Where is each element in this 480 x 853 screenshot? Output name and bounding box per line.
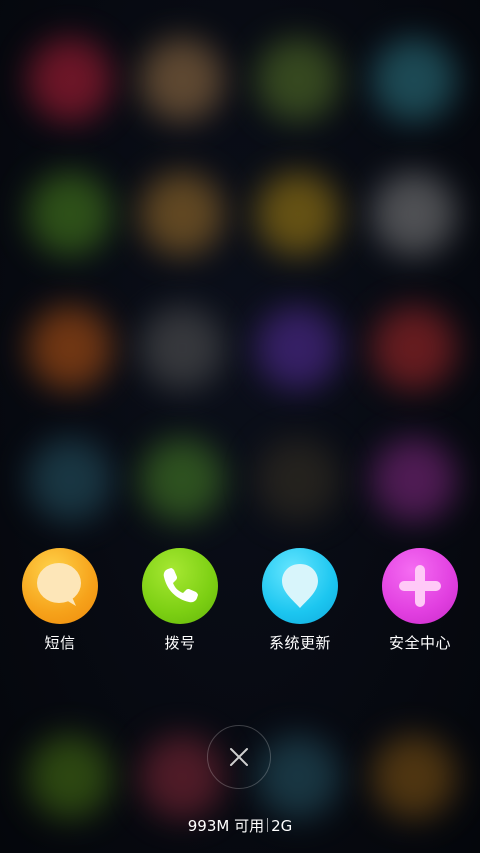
blurred-app-icon — [372, 438, 456, 522]
blurred-app-icon — [372, 38, 456, 122]
phone-icon — [142, 548, 218, 624]
shortcut-messages[interactable]: 短信 — [5, 548, 115, 658]
shortcut-system-update[interactable]: 系统更新 — [245, 548, 355, 658]
divider — [267, 818, 269, 832]
balloon-update-icon — [262, 548, 338, 624]
blurred-app-icon — [28, 172, 112, 256]
plus-shield-icon — [382, 548, 458, 624]
memory-total: 2G — [271, 817, 293, 835]
blurred-app-icon — [28, 438, 112, 522]
shortcut-label: 安全中心 — [388, 634, 451, 652]
blurred-app-icon — [140, 438, 224, 522]
blurred-app-icon — [140, 38, 224, 122]
blurred-app-icon — [256, 172, 340, 256]
close-icon — [230, 748, 248, 766]
blurred-app-icon — [256, 438, 340, 522]
shortcut-label: 短信 — [44, 634, 76, 652]
close-button[interactable] — [207, 725, 271, 789]
blurred-app-icon — [372, 306, 456, 390]
memory-status: 993M 可用 2G — [0, 815, 480, 836]
quick-shortcuts: 短信 拨号 系统更新 安全中心 — [0, 548, 480, 658]
shortcut-dialer[interactable]: 拨号 — [125, 548, 235, 658]
message-bubble-icon — [22, 548, 98, 624]
blurred-app-icon — [372, 172, 456, 256]
shortcut-label: 系统更新 — [268, 634, 331, 652]
blurred-app-icon — [256, 306, 340, 390]
shortcut-security-center[interactable]: 安全中心 — [365, 548, 475, 658]
blurred-app-icon — [256, 38, 340, 122]
memory-available: 993M 可用 — [187, 817, 265, 835]
blurred-app-icon — [28, 735, 112, 819]
blurred-app-icon — [28, 306, 112, 390]
blurred-app-icon — [372, 735, 456, 819]
shortcut-label: 拨号 — [164, 634, 196, 652]
blurred-app-icon — [140, 172, 224, 256]
blurred-app-icon — [140, 306, 224, 390]
blurred-app-icon — [28, 38, 112, 122]
